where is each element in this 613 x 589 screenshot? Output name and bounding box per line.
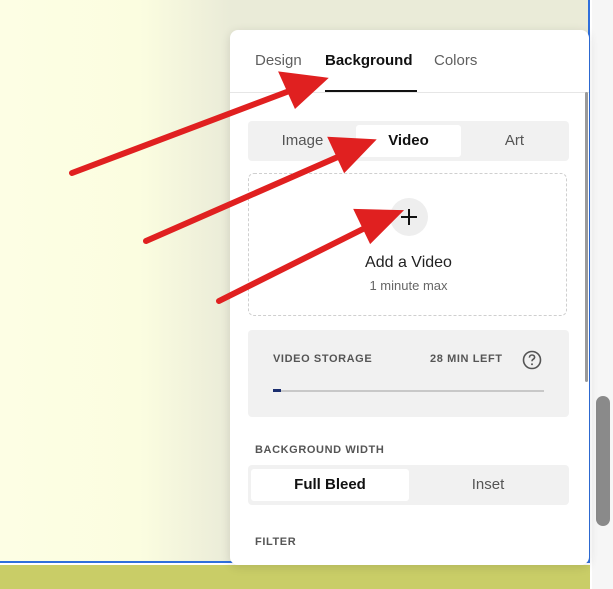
- arrow-annotation: [143, 153, 343, 244]
- annotation-arrows: [69, 71, 405, 304]
- arrow-annotation-head: [327, 136, 377, 174]
- arrow-annotation: [216, 225, 368, 304]
- arrow-annotation-head: [353, 208, 405, 245]
- arrow-annotation-head: [278, 71, 329, 110]
- arrow-annotation: [69, 87, 295, 176]
